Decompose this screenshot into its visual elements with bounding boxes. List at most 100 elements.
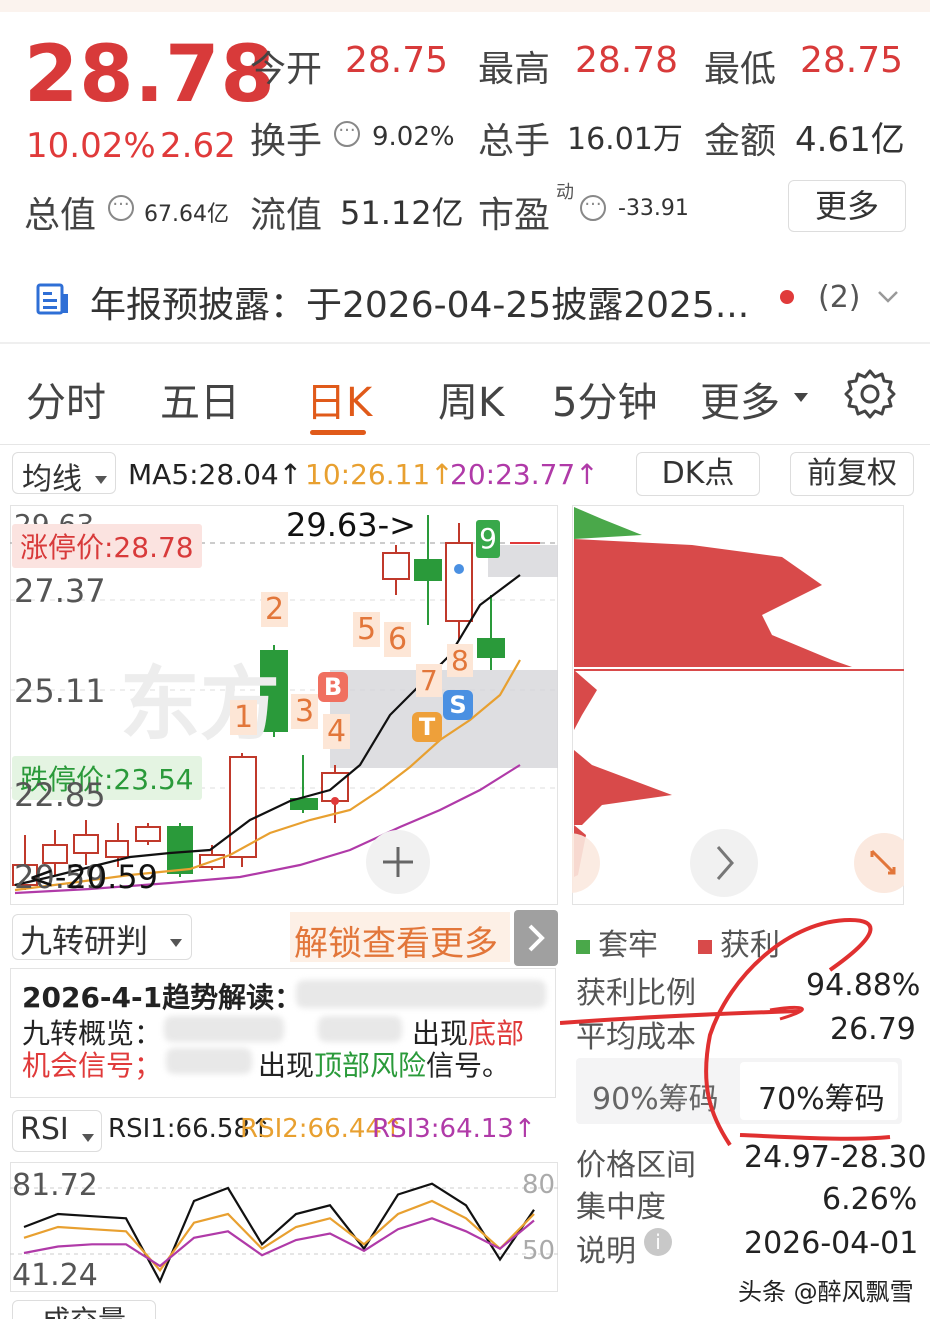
y-axis-2511: 25.11: [14, 672, 106, 710]
handwritten-annotation: [560, 917, 891, 1147]
rsi3-value: RSI3:64.13↑: [372, 1114, 536, 1144]
y-axis-2285: 22.85: [14, 776, 106, 814]
notice-text[interactable]: 年报预披露：于2026-04-25披露2025...: [90, 276, 749, 328]
low-value: 28.75: [800, 40, 904, 81]
max-price-marker: 29.63->: [286, 506, 416, 544]
low-label: 最低: [704, 49, 777, 90]
divider: [0, 342, 930, 344]
seq-label: 4: [323, 714, 351, 749]
rsi-y-high: 81.72: [12, 1168, 98, 1203]
tab-five-day[interactable]: 五日: [160, 370, 240, 428]
top-risk-text: 顶部风险: [314, 1049, 427, 1082]
pe-value: -33.91: [618, 196, 689, 221]
caret-down-icon: [170, 933, 182, 947]
t-tag[interactable]: T: [412, 712, 442, 742]
amount-value: 4.61亿: [795, 120, 905, 160]
tab-daily-k[interactable]: 日K: [306, 370, 372, 428]
float-label: 流值: [250, 195, 323, 236]
seq-label: 2: [261, 592, 289, 627]
blurred-content: [318, 1016, 402, 1042]
tab-5min[interactable]: 5分钟: [552, 370, 657, 428]
chip-distribution-chart[interactable]: [572, 505, 904, 905]
active-tab-indicator: [310, 430, 366, 435]
high-label: 最高: [478, 49, 551, 90]
rsi-ref-80: 80: [522, 1170, 556, 1200]
ma5-value: MA5:28.04↑: [128, 458, 303, 491]
amount-label: 金额: [704, 121, 777, 162]
chevron-right-icon[interactable]: [690, 829, 758, 897]
chevron-down-icon[interactable]: [876, 286, 900, 306]
rsi2-line: [23, 1199, 535, 1273]
divider: [0, 444, 930, 445]
caret-down-icon: [82, 1128, 94, 1142]
turnover-value: 9.02%: [372, 122, 455, 152]
info-dots-icon[interactable]: ···: [334, 121, 360, 147]
tab-intraday[interactable]: 分时: [26, 370, 106, 428]
notice-count: (2): [818, 280, 861, 315]
volume-selector-label: 成交量: [42, 1304, 126, 1319]
rsi-y-low: 41.24: [12, 1258, 98, 1293]
chevron-left-icon[interactable]: [540, 830, 576, 890]
price-adjust-button[interactable]: 前复权: [790, 452, 914, 496]
trend-title: 2026-4-1趋势解读：: [22, 981, 303, 1014]
nine-turn-selector-label: 九转研判: [20, 922, 149, 960]
blurred-content: [296, 980, 546, 1008]
y-axis-2737: 27.37: [14, 572, 106, 610]
document-icon: [36, 282, 70, 316]
last-price: 28.78: [24, 30, 276, 120]
unread-dot-icon: [780, 290, 794, 304]
change-amount: 2.62: [160, 126, 236, 166]
volume-value: 16.01万: [567, 122, 683, 157]
pe-label: 市盈: [478, 195, 551, 236]
sell-tag[interactable]: S: [443, 690, 473, 720]
indicator-selector-label: 均线: [22, 462, 82, 497]
blurred-content: [164, 1016, 284, 1042]
support-zone: [330, 670, 558, 768]
signal-text: 信号。: [426, 1049, 511, 1082]
source-watermark: 头条 @醉风飘雪: [738, 1278, 914, 1306]
blurred-content: [166, 1048, 252, 1074]
seq-label: 1: [230, 700, 258, 735]
expand-icon[interactable]: [856, 832, 908, 884]
settings-gear-icon[interactable]: [844, 368, 896, 420]
dk-point-button[interactable]: DK点: [636, 452, 760, 496]
rsi-selector-label: RSI: [20, 1112, 69, 1147]
chevron-right-icon[interactable]: [514, 910, 558, 966]
info-icon[interactable]: i: [644, 1228, 672, 1256]
rsi3-line: [23, 1217, 535, 1268]
description-value: 2026-04-01: [744, 1226, 919, 1261]
ma10-value: 10:26.11↑: [305, 458, 454, 491]
volume-label: 总手: [478, 121, 551, 162]
change-pct: 10.02%: [26, 126, 156, 166]
high-value: 28.78: [575, 40, 679, 81]
nine-turn-badge: 9: [476, 520, 500, 558]
tab-weekly-k[interactable]: 周K: [438, 370, 504, 428]
description-label: 说明: [576, 1234, 636, 1269]
seq-label: 5: [353, 612, 381, 647]
seq-label: 3: [291, 694, 319, 729]
concentration-label: 集中度: [576, 1190, 666, 1225]
more-quote-button[interactable]: 更多: [788, 180, 906, 232]
min-price-marker: <-20.59: [28, 858, 158, 896]
unlock-more-button[interactable]: 解锁查看更多: [294, 916, 498, 965]
rsi-ref-50: 50: [522, 1236, 556, 1266]
info-dots-icon[interactable]: ···: [580, 195, 606, 221]
volume-selector[interactable]: 成交量: [12, 1300, 156, 1319]
rsi1-line: [23, 1182, 535, 1284]
open-label: 今开: [250, 49, 323, 90]
mktcap-value: 67.64亿: [144, 202, 229, 227]
watermark-logo: 东方: [120, 658, 280, 751]
info-dots-icon[interactable]: ···: [108, 195, 134, 221]
mktcap-label: 总值: [24, 195, 97, 236]
limit-up-label: 涨停价:28.78: [12, 524, 202, 568]
seq-label: 7: [416, 664, 442, 697]
turnover-label: 换手: [250, 121, 323, 162]
caret-down-icon: [794, 388, 808, 402]
float-value: 51.12亿: [340, 194, 464, 232]
buy-tag[interactable]: B: [318, 672, 348, 702]
top-band: [0, 0, 930, 12]
appear-text-2: 出现: [258, 1049, 315, 1082]
concentration-value: 6.26%: [822, 1182, 918, 1217]
tab-more[interactable]: 更多: [700, 370, 780, 428]
seq-label: 8: [447, 644, 473, 677]
